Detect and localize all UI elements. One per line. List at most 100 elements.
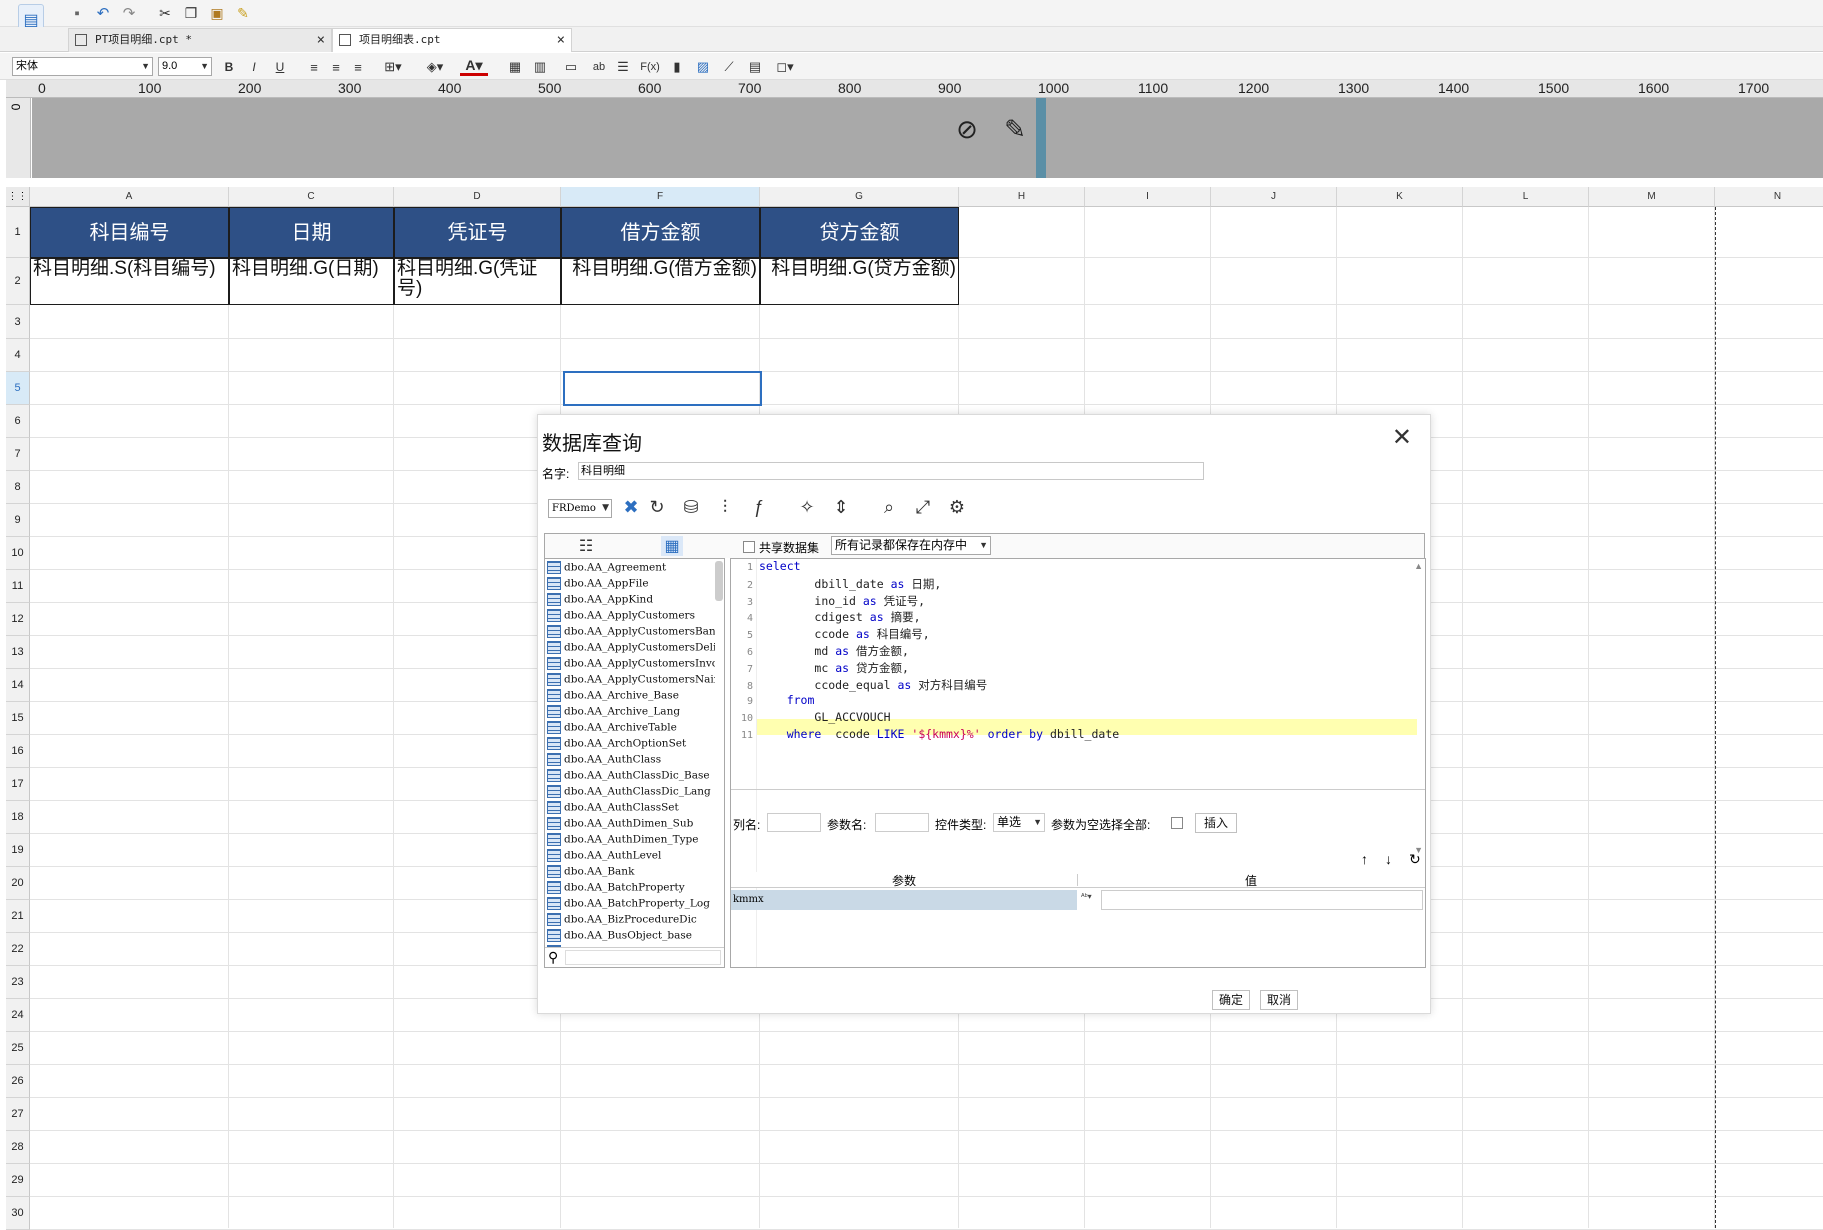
row-header[interactable]: 18 bbox=[6, 801, 30, 834]
row-header[interactable]: 2 bbox=[6, 258, 30, 305]
select-all-corner[interactable]: ⋮⋮ bbox=[6, 187, 30, 207]
row-header[interactable]: 21 bbox=[6, 900, 30, 933]
row-header[interactable]: 16 bbox=[6, 735, 30, 768]
row-header[interactable]: 8 bbox=[6, 471, 30, 504]
sql-editor[interactable]: 1 select 2 dbill_date as 日期, 3 ino_id as 凭证… bbox=[730, 558, 1426, 968]
save-icon[interactable]: ▪ bbox=[68, 4, 86, 22]
gear-icon[interactable]: ⚙ bbox=[944, 494, 970, 520]
move-up-icon[interactable]: ↑ bbox=[1361, 851, 1368, 867]
formula-button[interactable]: F(x) bbox=[638, 58, 662, 76]
table-list-item[interactable]: dbo.AA_Archive_Lang bbox=[547, 705, 715, 721]
expand-icon[interactable]: ⤢ bbox=[910, 494, 936, 520]
text-field-icon[interactable]: ▭ bbox=[562, 58, 580, 76]
table-list-item[interactable]: dbo.AA_BatchProperty bbox=[547, 881, 715, 897]
merge-cells-icon[interactable]: ▦ bbox=[506, 58, 524, 76]
data-type-icon[interactable]: ᴬᵇ▾ bbox=[1081, 892, 1092, 901]
table-list-item[interactable]: dbo.AA_BusObject_base bbox=[547, 929, 715, 945]
undo-icon[interactable]: ↶ bbox=[94, 4, 112, 22]
row-header[interactable]: 29 bbox=[6, 1164, 30, 1197]
row-header[interactable]: 17 bbox=[6, 768, 30, 801]
insert-button[interactable]: 插入 bbox=[1195, 813, 1237, 833]
data-cell[interactable]: 科目明细.G(凭证号) bbox=[394, 258, 561, 305]
table-search-input[interactable] bbox=[565, 950, 721, 965]
paste-icon[interactable]: ▣ bbox=[208, 4, 226, 22]
insert-widget-icon[interactable]: ◻▾ bbox=[772, 58, 798, 76]
row-header[interactable]: 26 bbox=[6, 1065, 30, 1098]
selected-cell-f5[interactable] bbox=[563, 371, 762, 406]
table-list-item[interactable]: dbo.AA_AppFile bbox=[547, 577, 715, 593]
subreport-icon[interactable]: ▤ bbox=[746, 58, 764, 76]
function-icon[interactable]: ƒ bbox=[746, 494, 772, 520]
format-painter-icon[interactable]: ✎ bbox=[234, 4, 252, 22]
row-header[interactable]: 14 bbox=[6, 669, 30, 702]
data-cell[interactable]: 科目明细.S(科目编号) bbox=[30, 258, 229, 305]
name-input[interactable]: 科目明细 bbox=[578, 462, 1204, 480]
row-header[interactable]: 4 bbox=[6, 339, 30, 372]
row-header[interactable]: 28 bbox=[6, 1131, 30, 1164]
close-tab-icon[interactable]: × bbox=[317, 29, 325, 51]
tab-project-detail-table[interactable]: 项目明细表.cpt × bbox=[332, 28, 572, 52]
table-list-item[interactable]: dbo.AA_AuthDimen_Sub bbox=[547, 817, 715, 833]
underline-button[interactable]: U bbox=[272, 58, 288, 76]
scroll-up-icon[interactable]: ▲ bbox=[1414, 561, 1423, 571]
column-header[interactable]: C bbox=[229, 187, 394, 207]
table-list-item[interactable]: dbo.AA_AppKind bbox=[547, 593, 715, 609]
table-list-item[interactable]: dbo.AA_Archive_Base bbox=[547, 689, 715, 705]
column-header[interactable]: D bbox=[394, 187, 561, 207]
table-list-item[interactable]: dbo.AA_ApplyCustomersDeli bbox=[547, 641, 715, 657]
data-cell[interactable]: 科目明细.G(日期) bbox=[229, 258, 394, 305]
copy-icon[interactable]: ❐ bbox=[182, 4, 200, 22]
row-header[interactable]: 9 bbox=[6, 504, 30, 537]
row-header[interactable]: 24 bbox=[6, 999, 30, 1032]
table-list-item[interactable]: dbo.AA_AuthDimen_Type bbox=[547, 833, 715, 849]
cache-mode-select[interactable]: 所有记录都保存在内存中 ▼ bbox=[831, 536, 991, 555]
paragraph-icon[interactable]: ☰ bbox=[614, 58, 632, 76]
empty-select-all-checkbox[interactable] bbox=[1171, 817, 1183, 829]
row-header[interactable]: 10 bbox=[6, 537, 30, 570]
column-header[interactable]: G bbox=[760, 187, 959, 207]
row-header[interactable]: 19 bbox=[6, 834, 30, 867]
preview-icon[interactable]: ⌕ bbox=[876, 494, 902, 520]
table-list-item[interactable]: dbo.AA_AuthClassDic_Lang bbox=[547, 785, 715, 801]
table-list-item[interactable]: dbo.AA_AuthClassSet bbox=[547, 801, 715, 817]
row-header[interactable]: 20 bbox=[6, 867, 30, 900]
row-header[interactable]: 1 bbox=[6, 207, 30, 258]
italic-button[interactable]: I bbox=[246, 58, 262, 76]
header-cell[interactable]: 借方金额 bbox=[561, 207, 760, 258]
font-name-select[interactable]: 宋体 ▼ bbox=[12, 57, 153, 76]
align-right-icon[interactable]: ≡ bbox=[349, 58, 367, 76]
row-header[interactable]: 25 bbox=[6, 1032, 30, 1065]
list-view-icon[interactable]: ☷ bbox=[575, 536, 597, 556]
row-header[interactable]: 13 bbox=[6, 636, 30, 669]
table-list-item[interactable]: dbo.AA_AuthClass bbox=[547, 753, 715, 769]
row-header[interactable]: 22 bbox=[6, 933, 30, 966]
param-value-input[interactable] bbox=[1101, 890, 1423, 910]
move-down-icon[interactable]: ↓ bbox=[1385, 851, 1392, 867]
param-name-input[interactable] bbox=[875, 813, 929, 832]
header-cell[interactable]: 日期 bbox=[229, 207, 394, 258]
table-view-icon[interactable]: ▦ bbox=[661, 536, 683, 556]
edit-pencil-icon[interactable]: ✎ bbox=[998, 114, 1032, 144]
table-list-item[interactable]: dbo.AA_ApplyCustomersNair bbox=[547, 673, 715, 689]
sql-database-icon[interactable]: ⛁ bbox=[678, 494, 704, 520]
table-list-item[interactable]: dbo.AA_ApplyCustomersBank bbox=[547, 625, 715, 641]
font-color-icon[interactable]: A▾ bbox=[460, 57, 488, 76]
col-name-input[interactable] bbox=[767, 813, 821, 832]
refresh-params-icon[interactable]: ↻ bbox=[1409, 851, 1421, 868]
column-header[interactable]: F bbox=[561, 187, 760, 207]
column-header[interactable]: K bbox=[1337, 187, 1463, 207]
close-icon[interactable]: ✕ bbox=[1392, 423, 1412, 452]
row-header[interactable]: 3 bbox=[6, 305, 30, 339]
cut-icon[interactable]: ✂ bbox=[156, 4, 174, 22]
row-header[interactable]: 30 bbox=[6, 1197, 30, 1230]
header-cell[interactable]: 凭证号 bbox=[394, 207, 561, 258]
unmerge-cells-icon[interactable]: ▥ bbox=[531, 58, 549, 76]
table-list-item[interactable]: dbo.AA_ArchiveTable bbox=[547, 721, 715, 737]
row-header[interactable]: 5 bbox=[6, 372, 30, 405]
table-list-item[interactable]: dbo.AA_Bank bbox=[547, 865, 715, 881]
align-left-icon[interactable]: ≡ bbox=[305, 58, 323, 76]
row-header[interactable]: 6 bbox=[6, 405, 30, 438]
column-header[interactable]: N bbox=[1715, 187, 1823, 207]
border-icon[interactable]: ⊞▾ bbox=[380, 58, 406, 76]
hide-eye-icon[interactable]: ⊘ bbox=[950, 114, 984, 144]
